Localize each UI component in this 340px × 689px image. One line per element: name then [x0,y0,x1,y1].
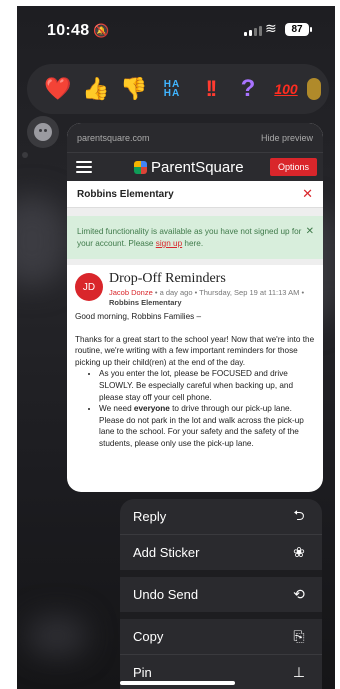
signal-icon [244,26,262,36]
post-date: • a day ago • Thursday, Sep 19 at 11:13 … [152,288,305,297]
home-indicator[interactable] [120,681,235,685]
hide-preview-button[interactable]: Hide preview [261,133,313,143]
sticker-icon: ❀ [293,544,305,560]
bubble-tail [22,152,28,158]
thumbs-up-icon[interactable]: 👍 [77,69,115,109]
heart-icon[interactable]: ❤️ [39,69,77,109]
undo-send-menu-item[interactable]: Undo Send ⟲ [120,577,322,619]
reply-menu-item[interactable]: Reply ⮌ [120,499,322,535]
preview-domain: parentsquare.com [77,132,150,143]
notice-close-icon[interactable]: ✕ [306,226,314,238]
post-school: Robbins Elementary [109,298,182,307]
signup-link[interactable]: sign up [156,239,182,248]
post-bullet: As you enter the lot, please be FOCUSED … [99,368,315,403]
exclamation-icon[interactable]: !! [191,69,229,109]
post-intro: Thanks for a great start to the school y… [75,334,315,367]
pin-icon: ⊥ [292,664,306,680]
add-sticker-menu-item[interactable]: Add Sticker ❀ [120,535,322,577]
reply-icon: ⮌ [293,506,305,523]
status-bar: 10:48 🔕 ≋ 87 [17,6,335,54]
avatar: JD [75,273,103,301]
haha-icon[interactable]: HA HA [153,69,191,109]
app-name: ParentSquare [151,158,244,176]
battery-icon: 87 [285,23,312,36]
more-emoji-icon[interactable] [307,78,321,100]
parentsquare-logo-icon [134,160,147,174]
tapback-bar: ❤️ 👍 👎 HA HA !! ? 100 [27,64,329,114]
post-meta: Jacob Donze • a day ago • Thursday, Sep … [109,288,315,308]
sticker-icon[interactable] [27,116,59,148]
post-title: Drop-Off Reminders [109,271,226,286]
question-icon[interactable]: ? [229,69,267,109]
notice-end: here. [182,239,204,248]
signup-notice: Limited functionality is available as yo… [67,216,323,259]
undo-icon: ⟲ [293,586,305,602]
context-menu: Reply ⮌ Add Sticker ❀ Undo Send ⟲ Copy ⎘… [120,499,322,689]
close-icon[interactable]: ✕ [302,186,313,202]
post-body: Good morning, Robbins Families – Thanks … [75,311,315,450]
school-name: Robbins Elementary [77,188,174,200]
copy-icon: ⎘ [293,628,305,644]
hundred-icon[interactable]: 100 [267,69,305,109]
school-row: Robbins Elementary ✕ [67,181,323,208]
copy-menu-item[interactable]: Copy ⎘ [120,619,322,655]
silent-bell-icon: 🔕 [93,23,110,38]
wifi-icon: ≋ [265,20,277,36]
app-header: ParentSquare Options [67,152,323,181]
post-bullet: We need everyone to drive through our pi… [99,403,315,449]
link-preview[interactable]: parentsquare.com Hide preview ParentSqua… [67,123,323,492]
post: JD Drop-Off Reminders Jacob Donze • a da… [67,265,323,450]
phone-screen: 10:48 🔕 ≋ 87 ❤️ 👍 👎 HA HA !! ? 100 paren… [17,6,335,689]
menu-icon[interactable] [76,161,92,173]
preview-bar: parentsquare.com Hide preview [67,123,323,152]
clock: 10:48 [47,22,90,39]
thumbs-down-icon[interactable]: 👎 [115,69,153,109]
options-button[interactable]: Options [269,158,317,176]
post-greeting: Good morning, Robbins Families – [75,312,202,321]
post-author: Jacob Donze [109,288,153,297]
app-logo: ParentSquare [134,159,244,176]
